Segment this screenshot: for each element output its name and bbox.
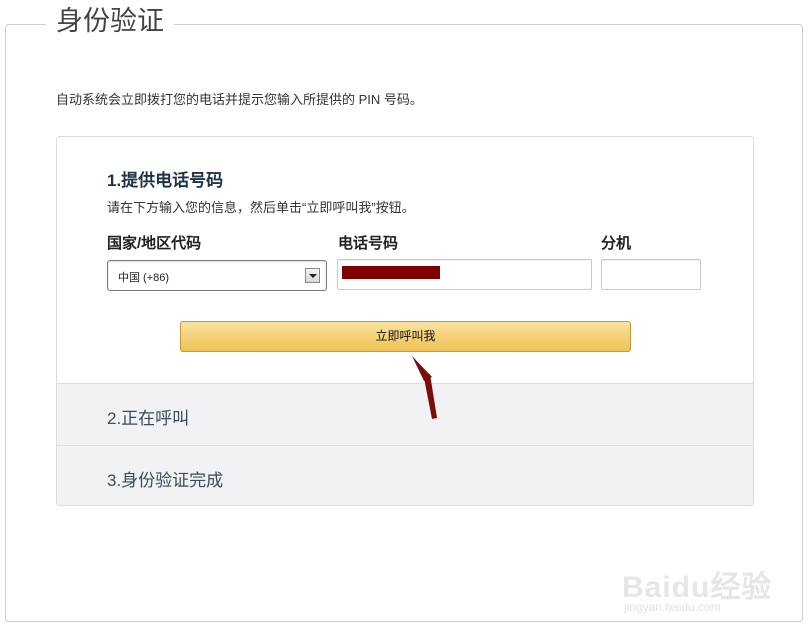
step-verification-complete: 3.身份验证完成 (57, 445, 753, 505)
chevron-down-icon[interactable] (305, 268, 320, 283)
intro-text: 自动系统会立即拨打您的电话并提示您输入所提供的 PIN 号码。 (56, 92, 423, 107)
step-provide-phone: 1.提供电话号码 请在下方输入您的信息，然后单击“立即呼叫我”按钮。 国家/地区… (57, 137, 753, 383)
country-code-label: 国家/地区代码 (107, 235, 202, 252)
step-calling: 2.正在呼叫 (57, 383, 753, 446)
redaction-mark (342, 266, 440, 279)
step1-description: 请在下方输入您的信息，然后单击“立即呼叫我”按钮。 (107, 200, 415, 215)
extension-label: 分机 (601, 235, 632, 252)
phone-number-input[interactable] (337, 259, 592, 290)
country-code-select[interactable]: 中国 (+86) (107, 260, 327, 291)
call-me-now-button[interactable]: 立即呼叫我 (180, 321, 631, 352)
phone-number-label: 电话号码 (338, 235, 399, 252)
watermark-logo: Baidu经验 jingyan.baidu.com (620, 556, 780, 620)
steps-panel: 1.提供电话号码 请在下方输入您的信息，然后单击“立即呼叫我”按钮。 国家/地区… (56, 136, 754, 506)
country-code-value: 中国 (+86) (118, 272, 170, 284)
page-title: 身份验证 (46, 2, 174, 42)
step3-title: 3.身份验证完成 (107, 471, 224, 490)
step2-title: 2.正在呼叫 (107, 409, 190, 428)
extension-input[interactable] (601, 259, 701, 290)
step1-title: 1.提供电话号码 (107, 171, 224, 190)
watermark-url: jingyan.baidu.com (624, 600, 721, 614)
